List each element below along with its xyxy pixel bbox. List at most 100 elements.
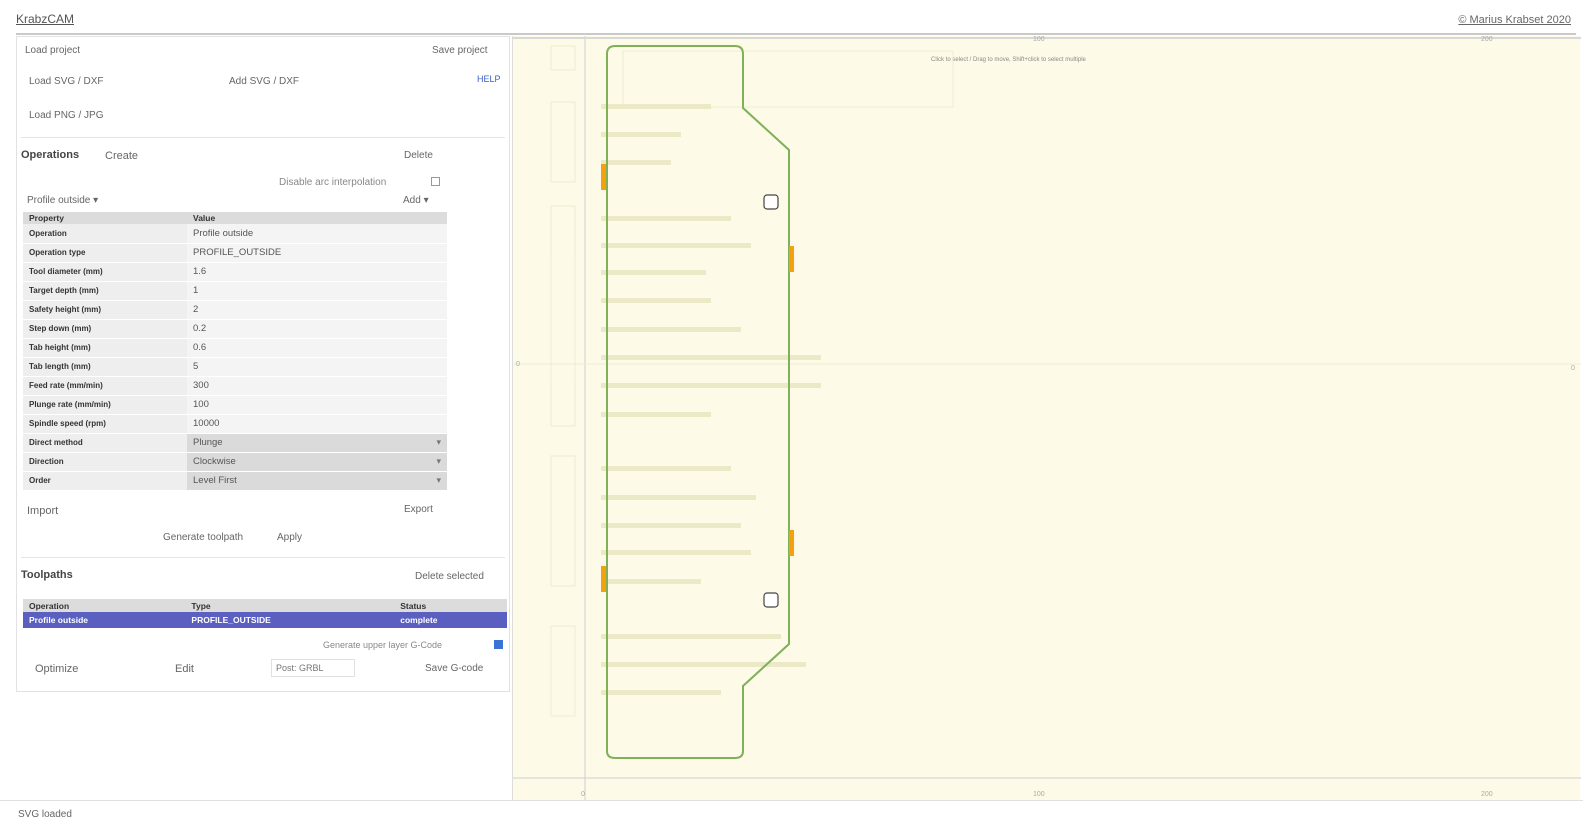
operation-select[interactable]: Profile outside ▾ bbox=[27, 195, 98, 206]
chevron-down-icon: ▾ bbox=[436, 437, 441, 447]
mounting-hole[interactable] bbox=[763, 194, 779, 210]
table-row[interactable]: Profile outside PROFILE_OUTSIDE complete bbox=[23, 612, 507, 628]
operations-heading: Operations bbox=[21, 149, 80, 161]
property-key: Tab length (mm) bbox=[23, 357, 187, 377]
canvas-svg[interactable]: 100 200 0 100 200 0 0 Click to select / … bbox=[513, 36, 1581, 802]
copyright-text[interactable]: © Marius Krabset 2020 bbox=[1458, 14, 1571, 26]
toolpath-operation: Profile outside bbox=[23, 612, 186, 628]
design-canvas[interactable]: 100 200 0 100 200 0 0 Click to select / … bbox=[512, 36, 1581, 802]
table-header-row: Operation Type Status bbox=[23, 599, 507, 612]
property-value-input[interactable]: 10000 bbox=[187, 414, 447, 434]
property-key: Feed rate (mm/min) bbox=[23, 376, 187, 396]
generate-toolpath-button[interactable]: Generate toolpath bbox=[163, 532, 243, 543]
column-header-type: Type bbox=[185, 599, 395, 612]
property-key: Operation bbox=[23, 224, 187, 244]
app-title: KrabzCAM bbox=[16, 12, 75, 26]
operation-select-value: Profile outside bbox=[27, 195, 91, 206]
property-value-input[interactable]: 100 bbox=[187, 395, 447, 415]
property-value-input[interactable]: 1.6 bbox=[187, 262, 447, 282]
load-png-button[interactable]: Load PNG / JPG bbox=[29, 110, 103, 121]
title-bar: KrabzCAM © Marius Krabset 2020 bbox=[0, 0, 1583, 36]
column-header-property: Property bbox=[23, 212, 187, 224]
upper-layer-label: Generate upper layer G-Code bbox=[323, 640, 443, 650]
table-row: Tab height (mm) 0.6 bbox=[23, 338, 447, 358]
table-row: Target depth (mm) 1 bbox=[23, 281, 447, 301]
export-button[interactable]: Export bbox=[404, 504, 433, 515]
delete-operation-button[interactable]: Delete bbox=[404, 150, 433, 161]
property-key: Tab height (mm) bbox=[23, 338, 187, 358]
property-key: Step down (mm) bbox=[23, 319, 187, 339]
delete-selected-button[interactable]: Delete selected bbox=[415, 571, 484, 582]
property-value-input[interactable]: Profile outside bbox=[187, 224, 447, 244]
property-key: Safety height (mm) bbox=[23, 300, 187, 320]
board-outline[interactable] bbox=[606, 45, 790, 759]
chevron-down-icon: ▾ bbox=[436, 475, 441, 485]
property-key: Direct method bbox=[23, 433, 187, 453]
table-row: Operation Profile outside bbox=[23, 224, 447, 244]
tab-marker[interactable] bbox=[789, 530, 794, 556]
tab-marker[interactable] bbox=[601, 164, 606, 190]
property-select[interactable]: Plunge ▾ bbox=[187, 433, 447, 453]
table-row: Safety height (mm) 2 bbox=[23, 300, 447, 320]
table-row: Step down (mm) 0.2 bbox=[23, 319, 447, 339]
tab-marker[interactable] bbox=[601, 566, 606, 592]
property-select[interactable]: Level First ▾ bbox=[187, 471, 447, 491]
import-button[interactable]: Import bbox=[27, 505, 58, 517]
property-value-input[interactable]: 0.6 bbox=[187, 338, 447, 358]
add-operation-label: Add bbox=[403, 195, 421, 206]
divider bbox=[21, 557, 505, 558]
divider bbox=[21, 137, 505, 138]
load-svg-button[interactable]: Load SVG / DXF bbox=[29, 76, 103, 87]
add-operation-button[interactable]: Add ▾ bbox=[403, 195, 429, 206]
property-value-input[interactable]: 5 bbox=[187, 357, 447, 377]
property-value-input[interactable]: 300 bbox=[187, 376, 447, 396]
right-tick-label: 0 bbox=[1571, 365, 1575, 372]
bottom-tick-label: 0 bbox=[581, 791, 585, 798]
status-bar: SVG loaded bbox=[0, 800, 1583, 827]
disable-arc-checkbox[interactable] bbox=[431, 177, 440, 186]
chevron-down-icon: ▾ bbox=[436, 456, 441, 466]
operation-properties-table: Property Value Operation Profile outside … bbox=[23, 212, 447, 491]
optimize-button[interactable]: Optimize bbox=[35, 663, 78, 675]
save-gcode-button[interactable]: Save G-code bbox=[425, 663, 483, 674]
chevron-down-icon: ▾ bbox=[93, 195, 99, 206]
property-value-input[interactable]: 0.2 bbox=[187, 319, 447, 339]
property-select[interactable]: Clockwise ▾ bbox=[187, 452, 447, 472]
mounting-hole[interactable] bbox=[763, 592, 779, 608]
toolpaths-heading: Toolpaths bbox=[21, 569, 73, 581]
table-row: Plunge rate (mm/min) 100 bbox=[23, 395, 447, 415]
property-key: Plunge rate (mm/min) bbox=[23, 395, 187, 415]
create-operation-button[interactable]: Create bbox=[105, 150, 138, 162]
table-row: Direct method Plunge ▾ bbox=[23, 433, 447, 453]
table-header-row: Property Value bbox=[23, 212, 447, 224]
property-key: Operation type bbox=[23, 243, 187, 263]
save-project-button[interactable]: Save project bbox=[432, 45, 488, 56]
property-value-input[interactable]: 1 bbox=[187, 281, 447, 301]
post-processor-input[interactable] bbox=[271, 659, 355, 677]
toolpath-status: complete bbox=[394, 612, 507, 628]
property-value-input[interactable]: 2 bbox=[187, 300, 447, 320]
load-project-button[interactable]: Load project bbox=[25, 45, 80, 56]
title-divider bbox=[16, 33, 1576, 35]
upper-layer-checkbox[interactable] bbox=[494, 640, 503, 649]
toolpath-type: PROFILE_OUTSIDE bbox=[185, 612, 395, 628]
table-row: Order Level First ▾ bbox=[23, 471, 447, 491]
table-row: Feed rate (mm/min) 300 bbox=[23, 376, 447, 396]
apply-button[interactable]: Apply bbox=[277, 532, 302, 543]
canvas-hint-text: Click to select / Drag to move, Shift+cl… bbox=[931, 57, 1087, 63]
tab-marker[interactable] bbox=[789, 246, 794, 272]
add-svg-button[interactable]: Add SVG / DXF bbox=[229, 76, 299, 87]
property-key: Target depth (mm) bbox=[23, 281, 187, 301]
property-select-value: Plunge bbox=[193, 437, 223, 448]
toolpaths-table: Operation Type Status Profile outside PR… bbox=[23, 599, 507, 628]
status-text: SVG loaded bbox=[18, 809, 72, 820]
bottom-tick-label: 100 bbox=[1033, 791, 1045, 798]
property-key: Spindle speed (rpm) bbox=[23, 414, 187, 434]
control-panel: Load project Save project Load SVG / DXF… bbox=[16, 36, 510, 692]
table-row: Direction Clockwise ▾ bbox=[23, 452, 447, 472]
property-value-input[interactable]: PROFILE_OUTSIDE bbox=[187, 243, 447, 263]
help-link[interactable]: HELP bbox=[477, 74, 501, 84]
edit-button[interactable]: Edit bbox=[175, 663, 194, 675]
disable-arc-label: Disable arc interpolation bbox=[279, 177, 387, 188]
table-row: Tool diameter (mm) 1.6 bbox=[23, 262, 447, 282]
